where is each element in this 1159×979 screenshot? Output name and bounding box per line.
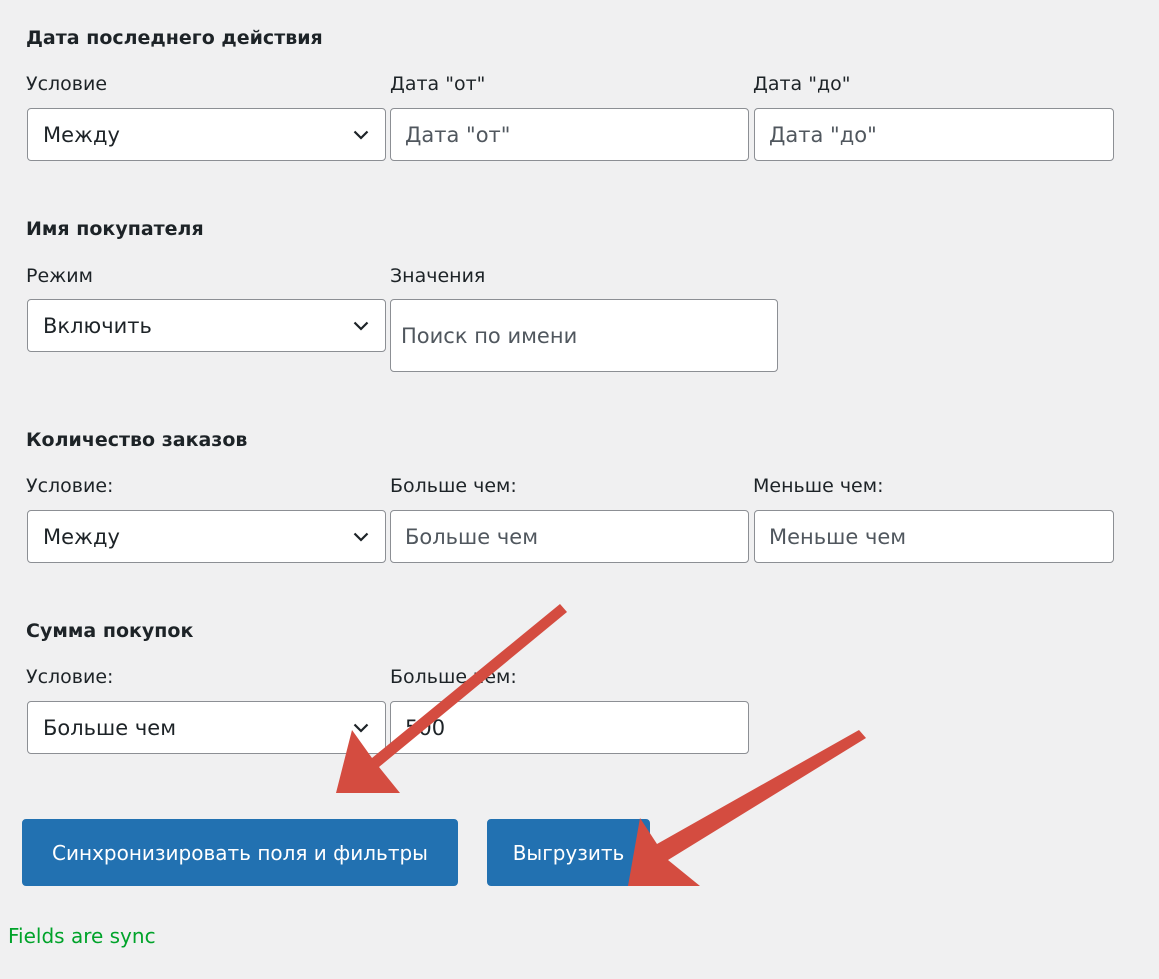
purchase-sum-value: 500	[405, 715, 446, 740]
sync-status-message: Fields are sync	[8, 924, 156, 948]
chevron-down-icon	[353, 723, 369, 733]
date-from-label: Дата "от"	[390, 73, 486, 95]
purchase-sum-condition-select[interactable]: Больше чем	[27, 701, 386, 754]
purchase-sum-more-than-input[interactable]: 500	[390, 701, 749, 754]
export-button-label: Выгрузить	[512, 840, 625, 865]
orders-less-than-placeholder: Меньше чем	[769, 524, 907, 549]
date-to-input[interactable]: Дата "до"	[754, 108, 1114, 161]
less-than-label: Меньше чем:	[753, 475, 884, 497]
sync-fields-button[interactable]: Синхронизировать поля и фильтры	[22, 819, 458, 886]
last-action-condition-select[interactable]: Между	[27, 108, 386, 161]
orders-more-than-input[interactable]: Больше чем	[390, 510, 749, 563]
condition-label: Условие:	[26, 666, 114, 688]
section-title-customer-name: Имя покупателя	[26, 218, 204, 240]
date-from-input[interactable]: Дата "от"	[390, 108, 749, 161]
annotation-arrow-icon	[336, 604, 567, 793]
mode-label: Режим	[26, 265, 93, 287]
more-than-label: Больше чем:	[390, 475, 517, 497]
chevron-down-icon	[353, 321, 369, 331]
date-to-label: Дата "до"	[753, 73, 851, 95]
select-value: Больше чем	[43, 715, 177, 740]
values-label: Значения	[390, 265, 486, 287]
more-than-label: Больше чем:	[390, 666, 517, 688]
select-value: Включить	[43, 313, 152, 338]
export-button[interactable]: Выгрузить	[487, 819, 650, 886]
customer-name-search-input[interactable]: Поиск по имени	[390, 299, 778, 372]
orders-count-condition-select[interactable]: Между	[27, 510, 386, 563]
orders-more-than-placeholder: Больше чем	[405, 524, 539, 549]
select-value: Между	[43, 122, 120, 147]
date-to-placeholder: Дата "до"	[769, 122, 877, 147]
sync-fields-button-label: Синхронизировать поля и фильтры	[52, 840, 428, 865]
date-from-placeholder: Дата "от"	[405, 122, 511, 147]
customer-name-mode-select[interactable]: Включить	[27, 299, 386, 352]
chevron-down-icon	[353, 130, 369, 140]
orders-less-than-input[interactable]: Меньше чем	[754, 510, 1114, 563]
section-title-orders-count: Количество заказов	[26, 429, 248, 451]
condition-label: Условие	[26, 73, 108, 95]
chevron-down-icon	[353, 532, 369, 542]
condition-label: Условие:	[26, 475, 114, 497]
customer-name-search-placeholder: Поиск по имени	[401, 323, 578, 348]
section-title-purchase-sum: Сумма покупок	[26, 620, 194, 642]
section-title-last-action: Дата последнего действия	[26, 27, 323, 49]
select-value: Между	[43, 524, 120, 549]
